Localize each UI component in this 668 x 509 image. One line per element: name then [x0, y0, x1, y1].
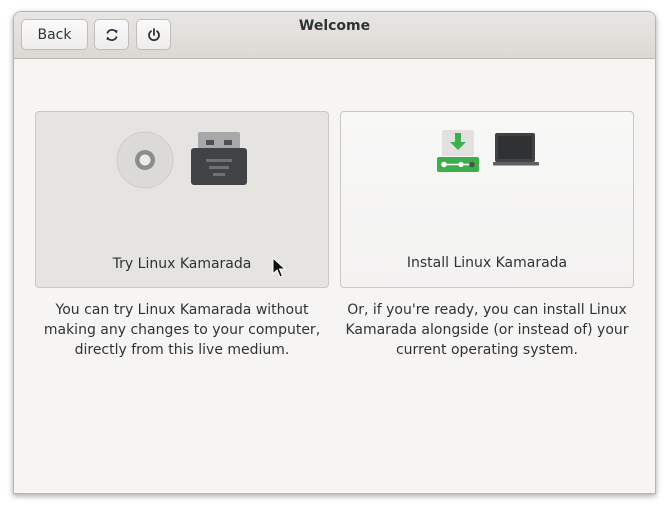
install-option-label: Install Linux Kamarada — [406, 255, 568, 271]
header-bar: Back Welcome — [14, 12, 655, 59]
laptop-icon — [493, 133, 539, 166]
window-title: Welcome — [298, 18, 371, 34]
usb-drive-icon — [191, 132, 247, 185]
install-option-description: Or, if you're ready, you can install Lin… — [345, 302, 629, 358]
download-disk-icon — [437, 130, 479, 172]
mouse-pointer-icon — [272, 257, 286, 278]
install-option-card[interactable]: Install Linux Kamarada — [340, 111, 634, 288]
try-option-description: You can try Linux Kamarada without makin… — [43, 302, 321, 358]
welcome-window: Back Welcome Try Linux Kamarada Install … — [13, 11, 656, 494]
disc-icon — [116, 131, 174, 189]
